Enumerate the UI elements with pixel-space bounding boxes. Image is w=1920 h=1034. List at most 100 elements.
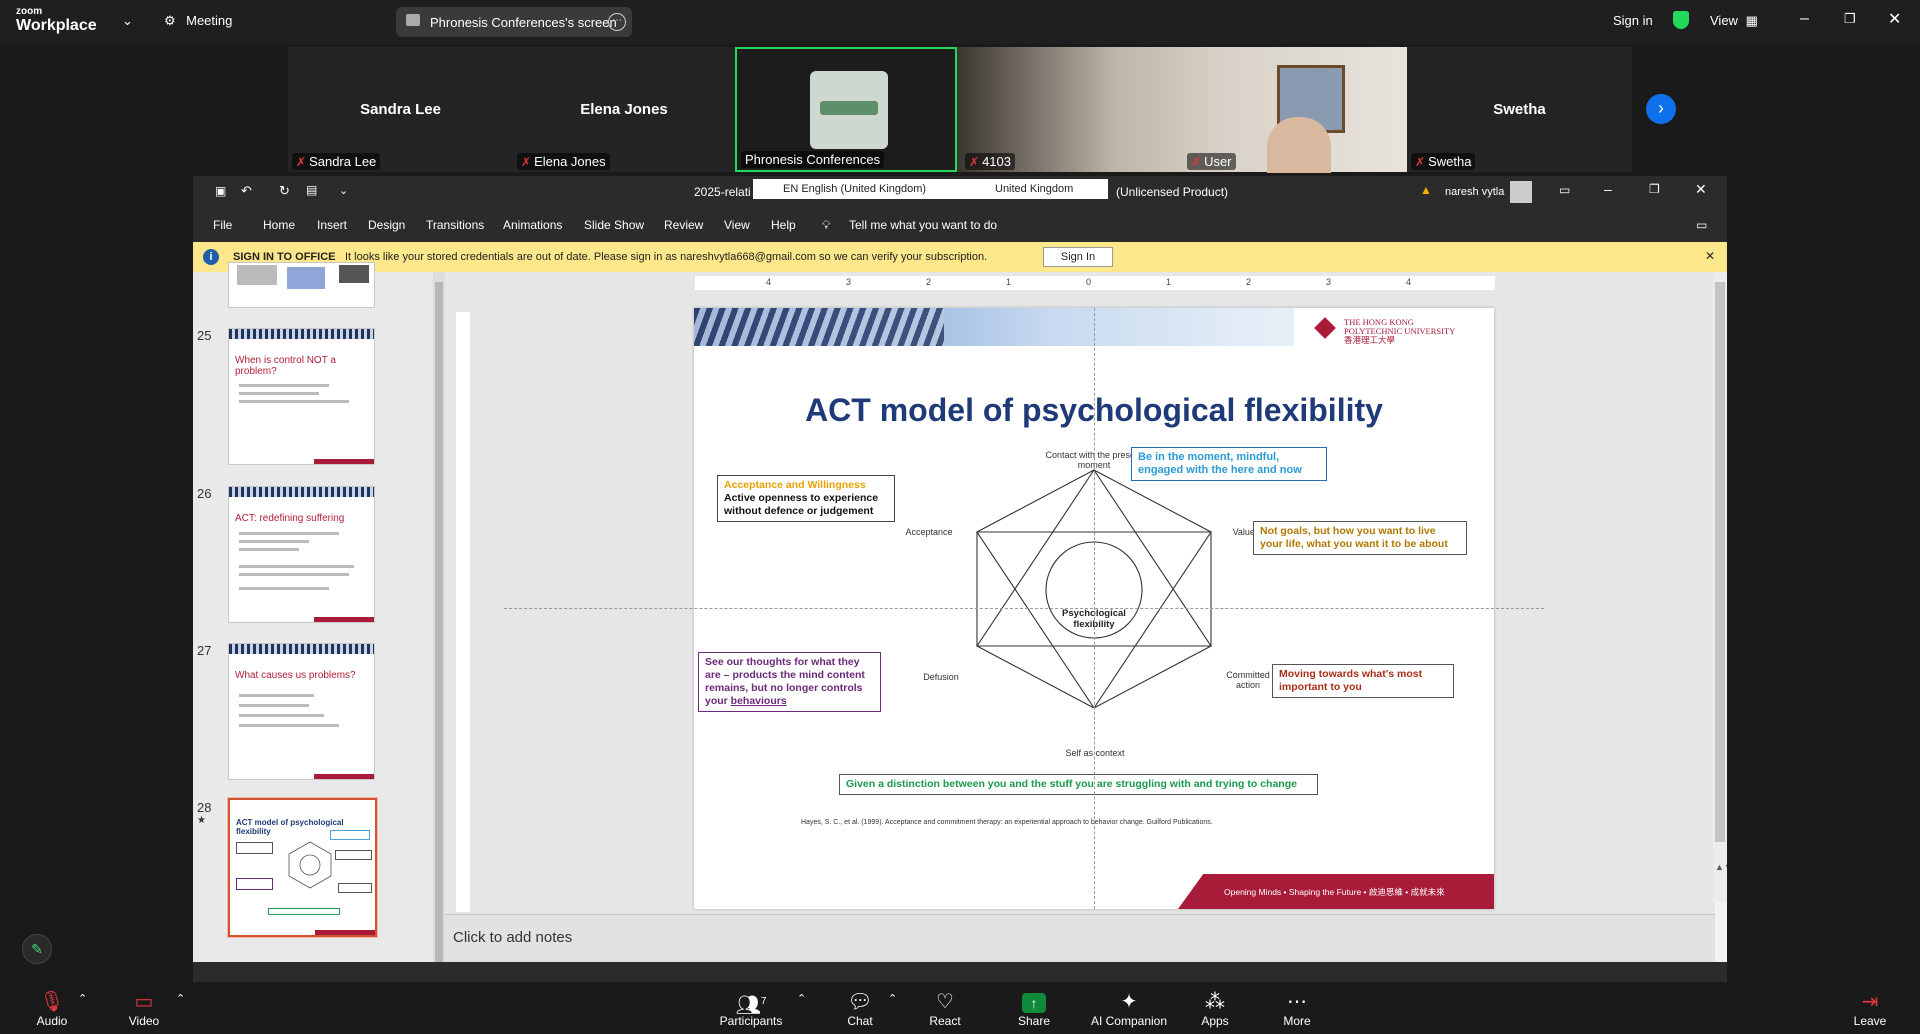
participant-tile[interactable]: Sandra Lee ✗ Sandra Lee (288, 47, 513, 172)
thumbnail-title: ACT: redefining suffering (235, 513, 345, 524)
more-icon[interactable]: ⋯ (608, 13, 626, 31)
sign-in-infobar: i SIGN IN TO OFFICE It looks like your s… (193, 242, 1727, 272)
chat-label: Chat (847, 1014, 873, 1028)
notes-placeholder[interactable]: Click to add notes (453, 929, 572, 946)
notes-pane[interactable]: Click to add notes (445, 914, 1715, 963)
zoom-logo[interactable]: zoom Workplace (16, 6, 97, 35)
customize-icon[interactable]: ⌄ (339, 184, 348, 197)
tab-help[interactable]: Help (771, 218, 796, 232)
tab-animations[interactable]: Animations (503, 218, 562, 232)
vertex-label-acceptance: Acceptance (905, 527, 953, 537)
present-icon[interactable]: ▤ (306, 183, 317, 197)
logo-line1: zoom (16, 6, 43, 17)
slide-number: 27 (197, 643, 212, 658)
participants-count: 7 (760, 996, 767, 1007)
meeting-button[interactable]: ⚙ Meeting (164, 12, 232, 30)
participants-icon: 👥︎7 (735, 994, 767, 1017)
participant-label: ✗ Sandra Lee (292, 153, 381, 170)
participant-tile[interactable]: Swetha ✗ Swetha (1407, 47, 1632, 172)
view-button[interactable]: View ▦ (1710, 13, 1758, 29)
committed-action-box[interactable]: Moving towards what's most important to … (1272, 664, 1454, 698)
restore-icon[interactable]: ❐ (1844, 11, 1856, 27)
more-button[interactable]: ⋯ More (1257, 990, 1337, 1028)
sign-in-link[interactable]: Sign in (1613, 13, 1653, 28)
tell-me-search[interactable]: Tell me what you want to do (849, 218, 997, 232)
tab-slide-show[interactable]: Slide Show (584, 218, 644, 232)
react-label: React (929, 1014, 961, 1028)
language-pill[interactable]: EN English (United Kingdom) (753, 179, 973, 199)
apps-button[interactable]: ⁂ Apps (1175, 990, 1255, 1028)
participant-tile[interactable]: Elena Jones ✗ Elena Jones (513, 47, 735, 172)
shield-icon[interactable] (1673, 11, 1689, 29)
vertex-label-self: Self as context (1065, 748, 1125, 758)
leave-button[interactable]: ⇥ Leave (1830, 990, 1910, 1028)
thumbnail-hexagon (288, 841, 332, 889)
self-context-box[interactable]: Given a distinction between you and the … (839, 774, 1318, 795)
vertical-ruler (456, 312, 470, 912)
thumbnail-scrollbar[interactable] (433, 272, 445, 980)
tab-design[interactable]: Design (368, 218, 405, 232)
screen-share-pill[interactable]: Phronesis Conferences's screen ⋯ (396, 7, 632, 37)
guide-line-horizontal (504, 608, 1544, 609)
leave-icon: ⇥ (1861, 991, 1879, 1013)
ai-companion-button[interactable]: ✦ AI Companion (1089, 990, 1169, 1028)
share-button[interactable]: ↑ Share (994, 990, 1074, 1028)
heart-icon: ♡ (936, 991, 954, 1013)
video-off-icon: ▭ (134, 991, 154, 1013)
react-button[interactable]: ♡ React (905, 990, 985, 1028)
acceptance-box[interactable]: Acceptance and Willingness Active openne… (717, 475, 895, 522)
slide-thumbnail[interactable] (228, 262, 375, 308)
minimize-icon[interactable]: – (1604, 181, 1612, 197)
save-icon[interactable]: ▣ (215, 184, 226, 198)
audio-options-icon[interactable]: ⌃ (78, 992, 87, 1005)
mic-off-icon: ✗ (969, 155, 980, 169)
tab-home[interactable]: Home (263, 218, 295, 232)
video-options-icon[interactable]: ⌃ (176, 992, 185, 1005)
active-speaker-tile[interactable]: Phronesis Conferences (735, 47, 957, 172)
mic-off-icon: ✗ (296, 155, 307, 169)
redo-icon[interactable]: ↻ (279, 183, 290, 199)
slide-number: 25 (197, 328, 212, 343)
present-moment-box[interactable]: Be in the moment, mindful, engaged with … (1131, 447, 1327, 481)
avatar[interactable] (1510, 181, 1532, 203)
mic-off-icon: ✗ (521, 155, 532, 169)
slide-number: 28 (197, 800, 212, 815)
video-button[interactable]: ▭ Video (104, 990, 184, 1028)
slide-thumbnail[interactable]: What causes us problems? (228, 643, 375, 780)
undo-icon[interactable]: ↶ (241, 183, 252, 199)
chevron-down-icon[interactable]: ⌄ (122, 13, 133, 29)
tab-insert[interactable]: Insert (317, 218, 347, 232)
close-icon[interactable]: ✕ (1888, 9, 1901, 29)
ribbon-display-icon[interactable]: ▭ (1559, 183, 1570, 197)
video-label: Video (128, 1014, 160, 1028)
apps-icon: ⁂ (1205, 991, 1225, 1013)
user-name[interactable]: naresh vytla (1445, 186, 1504, 198)
restore-icon[interactable]: ❐ (1649, 182, 1660, 196)
chat-options-icon[interactable]: ⌃ (888, 992, 897, 1005)
slide-thumbnail[interactable]: ACT: redefining suffering (228, 486, 375, 623)
comments-icon[interactable]: ▭ (1696, 218, 1707, 232)
tab-transitions[interactable]: Transitions (426, 218, 484, 232)
tab-file[interactable]: File (213, 218, 232, 232)
region-pill[interactable]: United Kingdom (973, 179, 1108, 199)
slide-scrollbar[interactable]: ▲▼ (1713, 272, 1727, 902)
annotate-pencil-icon[interactable]: ✎ (22, 934, 52, 964)
video-tile[interactable]: ✗ 4103 ✗ User (957, 47, 1407, 173)
defusion-box[interactable]: See our thoughts for what they are – pro… (698, 652, 881, 712)
slide-thumbnail-selected[interactable]: ACT model of psychological flexibility (228, 798, 377, 937)
close-icon[interactable]: ✕ (1695, 181, 1707, 198)
ai-label: AI Companion (1090, 1014, 1168, 1028)
footer-slogan: Opening Minds • Shaping the Future • 啟迪思… (1224, 887, 1445, 897)
participants-button[interactable]: 👥︎7 Participants (711, 990, 791, 1028)
tab-view[interactable]: View (724, 218, 750, 232)
slide-thumbnail[interactable]: When is control NOT a problem? (228, 328, 375, 465)
tab-review[interactable]: Review (664, 218, 703, 232)
avatar (810, 71, 888, 149)
participants-options-icon[interactable]: ⌃ (797, 992, 806, 1005)
sign-in-button[interactable]: Sign In (1043, 247, 1113, 267)
participants-label: Participants (719, 1014, 783, 1028)
minimize-icon[interactable]: – (1800, 10, 1809, 28)
values-box[interactable]: Not goals, but how you want to live your… (1253, 521, 1467, 555)
next-page-icon[interactable]: › (1646, 94, 1676, 124)
close-icon[interactable]: ✕ (1705, 249, 1715, 263)
